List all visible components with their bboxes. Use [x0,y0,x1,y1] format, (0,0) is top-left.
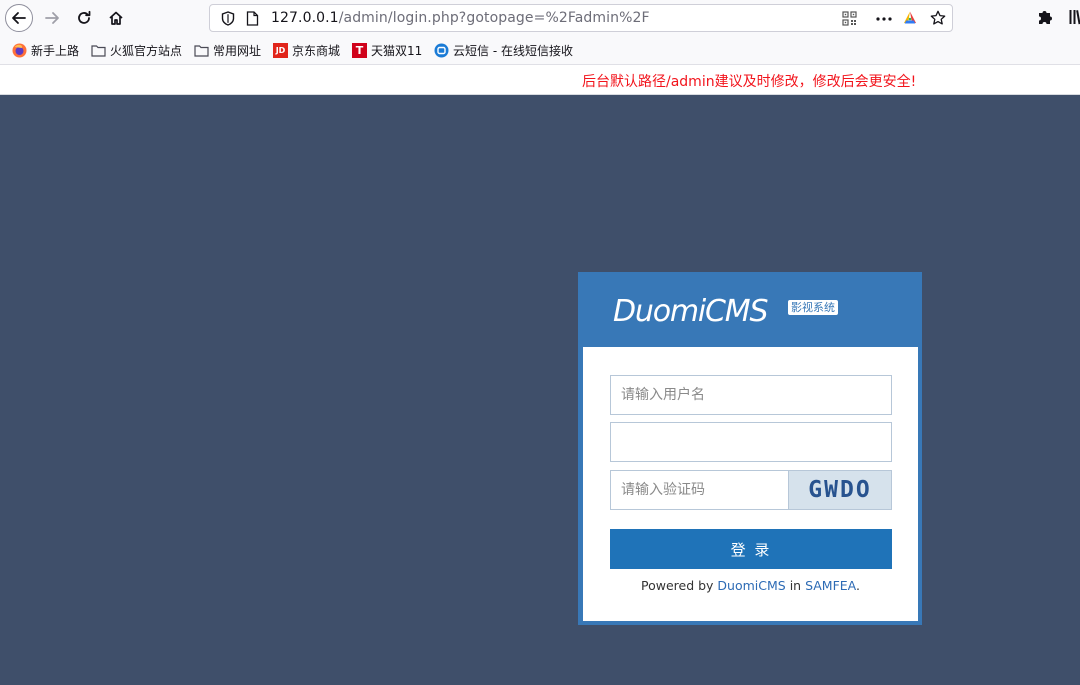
page-icon[interactable] [246,11,259,26]
logo-tag: 影视系统 [788,300,838,315]
notice-bar: 后台默认路径/admin建议及时修改，修改后会更安全! [0,65,1080,95]
bookmarks-toolbar: 新手上路 火狐官方站点 常用网址 JD 京东商城 T 天猫双11 云短信 - 在… [0,36,1080,65]
tracking-shield-icon[interactable] [221,11,235,26]
captcha-input[interactable] [610,470,790,510]
powered-in: in [789,578,802,593]
bookmark-label: 火狐官方站点 [110,43,183,58]
powered-prefix: Powered by [640,578,714,593]
bookmark-folder-firefox-official[interactable]: 火狐官方站点 [91,41,182,59]
bookmark-folder-common-sites[interactable]: 常用网址 [194,41,261,59]
bookmark-label: 新手上路 [31,43,80,58]
tmall-icon: T [352,42,367,58]
login-button-label: 登 录 [730,540,772,559]
qr-code-icon[interactable] [842,11,857,26]
colorful-addon-icon[interactable] [902,10,918,26]
logo: DuomiCMS [613,294,769,329]
bookmark-item-jd[interactable]: JD 京东商城 [273,41,340,59]
library-icon[interactable] [1069,9,1080,25]
bookmark-item-newbie[interactable]: 新手上路 [12,41,79,59]
home-icon [109,11,123,25]
login-panel: DuomiCMS 影视系统 GWDO 登 录 Powered by DuomiC… [578,272,922,625]
duomicms-link[interactable]: DuomiCMS [717,578,785,593]
bookmark-label: 天猫双11 [371,43,423,58]
home-button[interactable] [102,4,130,32]
bookmark-item-tmall[interactable]: T 天猫双11 [352,41,422,59]
cloud-sms-icon [434,43,449,58]
back-arrow-icon [12,12,26,24]
firefox-icon [12,43,27,58]
security-notice: 后台默认路径/admin建议及时修改，修改后会更安全! [582,74,917,90]
reload-button[interactable] [70,4,98,32]
browser-toolbar: 127.0.0.1/admin/login.php?gotopage=%2Fad… [0,0,1080,36]
username-input[interactable] [610,375,892,415]
login-form: GWDO 登 录 Powered by DuomiCMS in SAMFEA. [583,347,918,621]
forward-arrow-icon [45,12,59,24]
login-button[interactable]: 登 录 [610,529,892,569]
folder-icon [91,43,106,58]
url-text[interactable]: 127.0.0.1/admin/login.php?gotopage=%2Fad… [271,10,650,26]
reload-icon [78,10,91,24]
samfea-link[interactable]: SAMFEA [805,578,856,593]
bookmark-item-cloud-sms[interactable]: 云短信 - 在线短信接收 [434,41,573,59]
bookmark-star-icon[interactable] [930,10,946,26]
puzzle-piece-icon[interactable] [1036,8,1054,26]
forward-button[interactable] [38,4,66,32]
captcha-code: GWDO [808,477,872,503]
address-bar[interactable]: 127.0.0.1/admin/login.php?gotopage=%2Fad… [209,4,953,32]
bookmark-label: 常用网址 [213,43,262,58]
jd-icon: JD [273,42,288,58]
login-header: DuomiCMS 影视系统 [578,272,922,347]
url-path: /admin/login.php?gotopage=%2Fadmin%2F [338,10,650,26]
back-button[interactable] [5,4,33,32]
powered-by: Powered by DuomiCMS in SAMFEA. [583,578,918,593]
bookmark-label: 云短信 - 在线短信接收 [453,43,573,58]
more-dots-icon[interactable] [876,17,892,21]
powered-suffix: . [856,578,860,593]
folder-icon [194,43,209,58]
captcha-image[interactable]: GWDO [788,470,892,510]
url-host: 127.0.0.1 [271,10,339,26]
password-input[interactable] [610,422,892,462]
bookmark-label: 京东商城 [292,43,341,58]
